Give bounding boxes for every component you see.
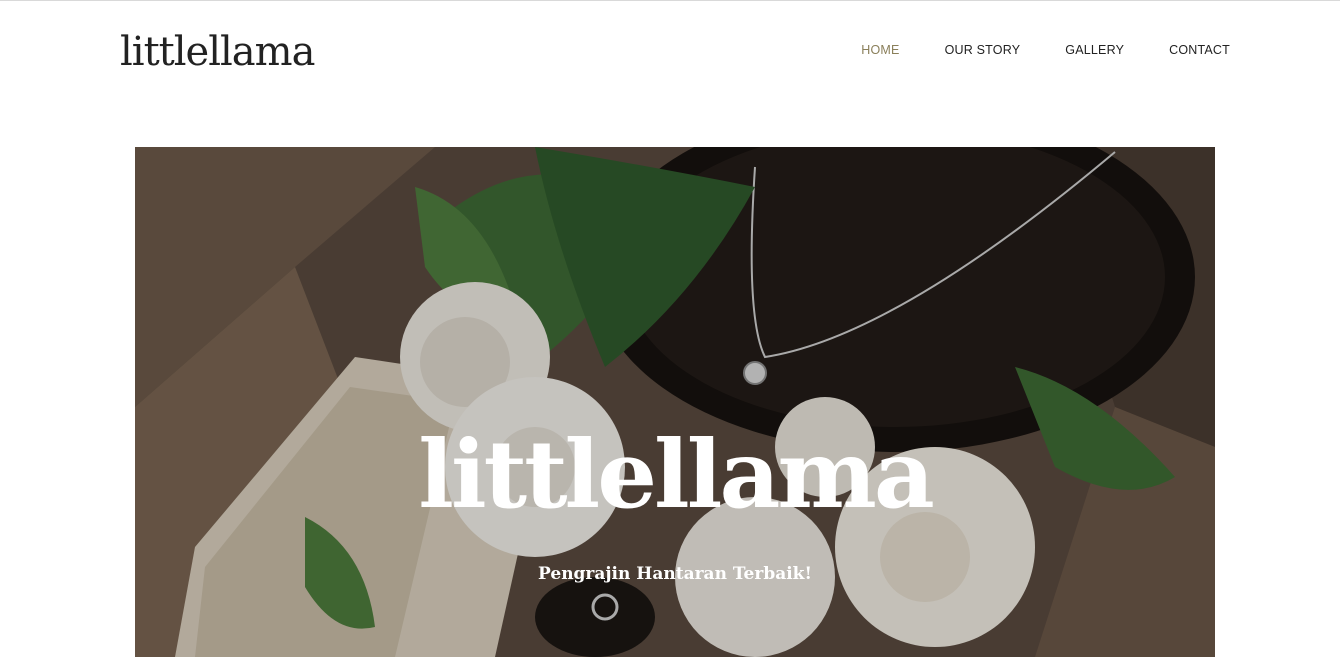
nav-item-gallery[interactable]: GALLERY [1065, 43, 1124, 57]
top-border [0, 0, 1340, 1]
hero-title: littlellama [418, 420, 934, 530]
nav-item-home[interactable]: HOME [861, 43, 899, 57]
nav-item-contact[interactable]: CONTACT [1169, 43, 1230, 57]
hero-banner: littlellama Pengrajin Hantaran Terbaik! [135, 147, 1215, 657]
main-nav: HOME OUR STORY GALLERY CONTACT [861, 43, 1230, 57]
nav-item-our-story[interactable]: OUR STORY [945, 43, 1021, 57]
site-logo[interactable]: littlellama [120, 26, 315, 78]
hero-subtitle: Pengrajin Hantaran Terbaik! [538, 564, 812, 584]
